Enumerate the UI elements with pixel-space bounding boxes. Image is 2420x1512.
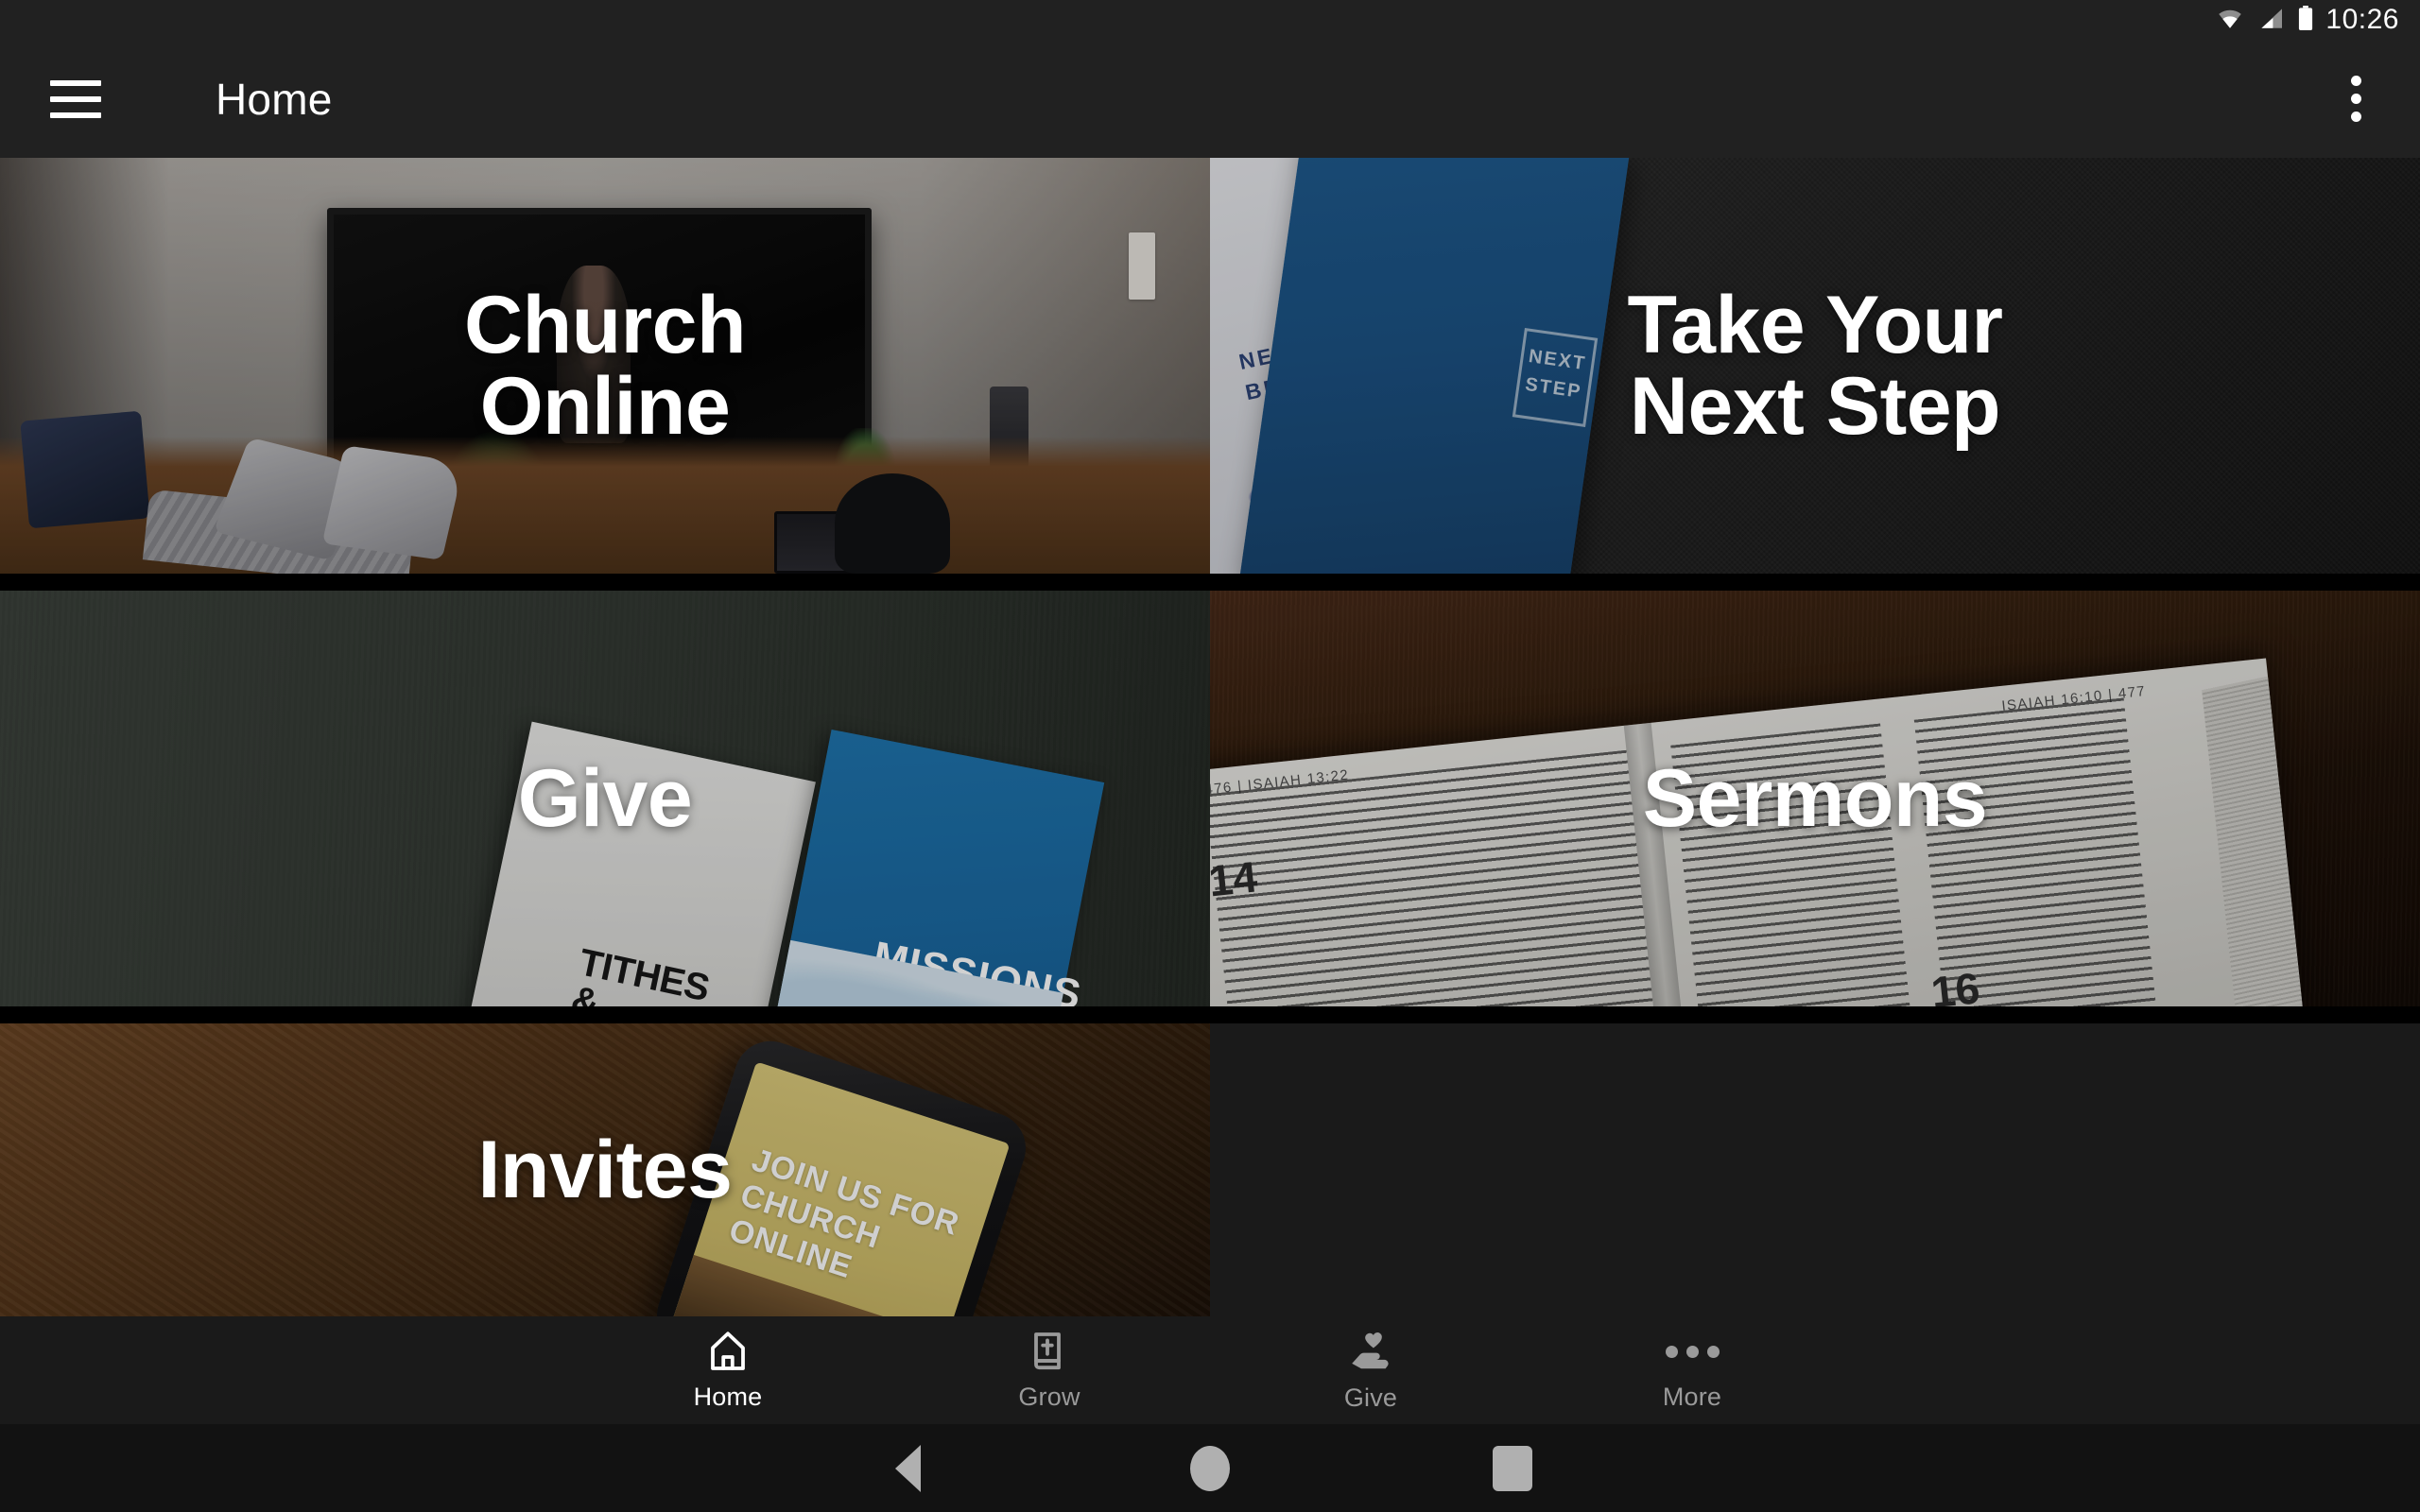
- tile-church-online[interactable]: Church Online: [0, 158, 1210, 574]
- tile-invites-label: Invites: [477, 1125, 733, 1215]
- page-title: Home: [216, 74, 333, 124]
- tile-row-2: TITHES & OFFERINGS REGION/AREA DATE NAME…: [0, 591, 2420, 1006]
- tile-church-online-label: Church Online: [464, 280, 747, 452]
- tile-sermons-label: Sermons: [1642, 753, 1988, 844]
- bottom-nav-item-more[interactable]: More: [1531, 1316, 1853, 1424]
- home-circle-icon[interactable]: [1167, 1426, 1253, 1511]
- tile-row-1: Church Online NEW BEGINNINGS NEXT STEP: [0, 158, 2420, 574]
- battery-icon: [2297, 5, 2314, 35]
- home-icon: [705, 1329, 751, 1374]
- tile-give[interactable]: TITHES & OFFERINGS REGION/AREA DATE NAME…: [0, 591, 1210, 1006]
- bottom-nav-label-grow: Grow: [1018, 1383, 1080, 1411]
- wifi-icon: [2216, 7, 2244, 34]
- more-vertical-icon[interactable]: [2327, 71, 2384, 128]
- cellular-signal-icon: [2257, 7, 2284, 34]
- status-bar-clock: 10:26: [2325, 4, 2399, 35]
- bottom-nav-label-give: Give: [1343, 1383, 1398, 1412]
- recents-square-icon[interactable]: [1470, 1426, 1555, 1511]
- tile-next-step-label: Take Your Next Step: [1627, 280, 2004, 452]
- hand-heart-icon: [1347, 1328, 1394, 1375]
- more-horizontal-icon: [1665, 1329, 1720, 1374]
- bottom-nav-item-give[interactable]: Give: [1210, 1316, 1531, 1424]
- tile-invites[interactable]: JOIN US FOR CHURCH ONLINE Invites: [0, 1023, 1210, 1316]
- status-bar: 10:26: [0, 0, 2420, 40]
- bible-book-icon: [1027, 1329, 1072, 1374]
- bottom-nav-item-grow[interactable]: Grow: [889, 1316, 1210, 1424]
- hamburger-menu-icon[interactable]: [50, 79, 101, 118]
- bottom-nav-item-home[interactable]: Home: [567, 1316, 889, 1424]
- tile-empty-placeholder: [1210, 1023, 2420, 1316]
- tile-take-your-next-step[interactable]: NEW BEGINNINGS NEXT STEP Take Your Next …: [1210, 158, 2420, 574]
- tile-row-3: JOIN US FOR CHURCH ONLINE Invites: [0, 1023, 2420, 1316]
- bottom-nav-label-home: Home: [693, 1383, 763, 1411]
- tile-sermons[interactable]: 476 | ISAIAH 13:22 ISAIAH 16:10 | 477 14…: [1210, 591, 2420, 1006]
- bottom-navigation-bar: Home Grow Give More: [0, 1316, 2420, 1424]
- back-triangle-icon[interactable]: [865, 1426, 950, 1511]
- status-bar-icons: [2216, 5, 2314, 35]
- bottom-nav-label-more: More: [1662, 1383, 1722, 1411]
- app-bar: Home: [0, 40, 2420, 158]
- android-system-nav-bar: [0, 1424, 2420, 1512]
- home-tile-grid: Church Online NEW BEGINNINGS NEXT STEP: [0, 158, 2420, 1316]
- tile-give-label: Give: [517, 753, 693, 844]
- app-root: 10:26 Home Church Online NEW NEXT STEP T…: [0, 0, 2420, 1512]
